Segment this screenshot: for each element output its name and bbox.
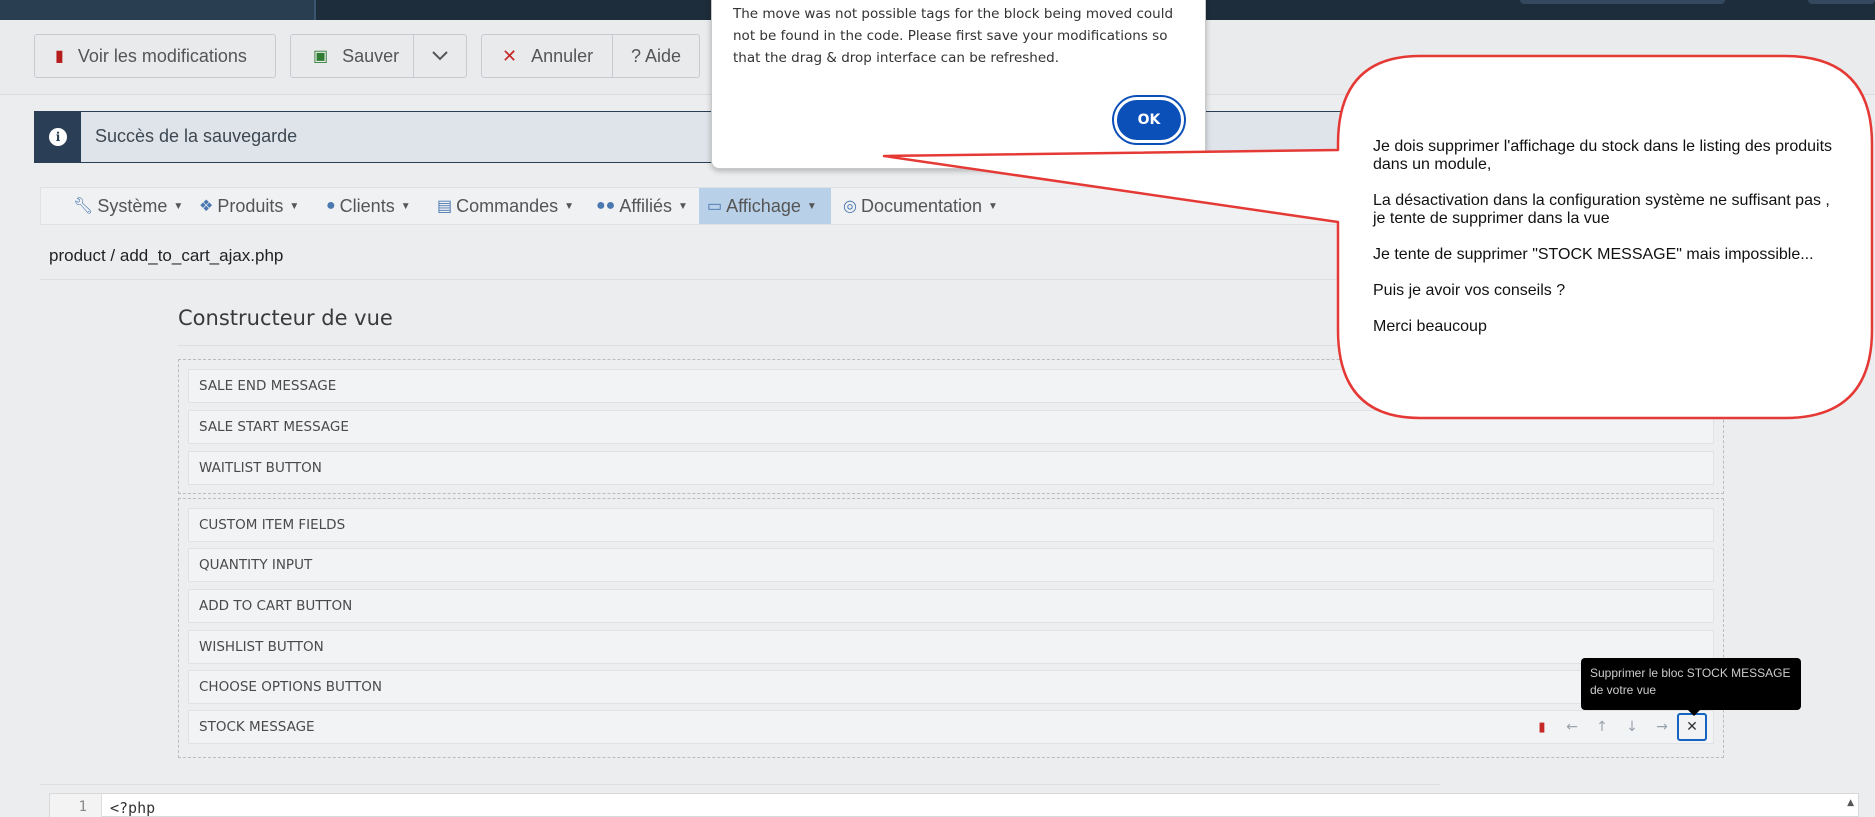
file-path: product / add_to_cart_ajax.php: [49, 246, 284, 265]
block-label: STOCK MESSAGE: [199, 719, 315, 735]
bubble-line: La désactivation dans la configuration s…: [1373, 192, 1830, 227]
top-nav-pill[interactable]: [1808, 0, 1875, 4]
arrow-left-icon[interactable]: ←: [1557, 714, 1587, 740]
arrow-right-icon[interactable]: →: [1647, 714, 1677, 740]
delete-block-button[interactable]: ✕: [1677, 713, 1707, 741]
save-options-dropdown[interactable]: [413, 34, 467, 78]
user-icon: ●: [326, 197, 336, 214]
block-row[interactable]: QUANTITY INPUT: [188, 548, 1714, 582]
arrow-up-icon[interactable]: ↑: [1587, 714, 1617, 740]
block-label: CUSTOM ITEM FIELDS: [199, 517, 346, 533]
block-row[interactable]: SALE END MESSAGE: [188, 369, 1714, 403]
block-label: WAITLIST BUTTON: [199, 460, 322, 476]
file-pdf-icon: ▮: [55, 48, 64, 65]
block-group: CUSTOM ITEM FIELDS QUANTITY INPUT ADD TO…: [178, 498, 1724, 758]
block-row-stock-message[interactable]: STOCK MESSAGE ▮ ← ↑ ↓ → ✕: [188, 710, 1714, 744]
alert-dialog: The move was not possible tags for the b…: [711, 0, 1206, 169]
menu-item-label: Documentation: [860, 195, 983, 216]
view-builder-title: Constructeur de vue: [178, 306, 393, 330]
view-changes-label: Voir les modifications: [77, 45, 247, 66]
bubble-line: Je dois supprimer l'affichage du stock d…: [1373, 138, 1833, 173]
block-label: CHOOSE OPTIONS BUTTON: [199, 679, 382, 695]
menu-item-label: Clients: [339, 195, 395, 216]
alert-message: The move was not possible tags for the b…: [733, 6, 1174, 66]
wrench-icon: 🔧︎: [73, 198, 94, 215]
menu-item-label: Produits: [217, 195, 284, 216]
info-icon-box: i: [35, 112, 81, 162]
bubble-line: Je tente de supprimer "STOCK MESSAGE" ma…: [1373, 246, 1814, 263]
main-menu: 🔧︎ Système ▼ ❖ Produits ▼ ● Clients ▼ ▤ Com…: [40, 187, 1440, 225]
block-label: QUANTITY INPUT: [199, 557, 313, 573]
menu-item-produits[interactable]: ❖ Produits ▼: [191, 188, 307, 224]
block-label: ADD TO CART BUTTON: [199, 598, 353, 614]
block-actions: ▮ ← ↑ ↓ → ✕: [1527, 713, 1707, 741]
chevron-down-icon: [432, 51, 448, 61]
bubble-line: Merci beaucoup: [1373, 318, 1487, 335]
info-icon: i: [49, 128, 67, 146]
menu-item-documentation[interactable]: ◎ Documentation ▼: [835, 188, 1006, 224]
block-label: SALE END MESSAGE: [199, 378, 337, 394]
view-changes-button[interactable]: ▮ Voir les modifications: [34, 34, 276, 78]
block-row[interactable]: WAITLIST BUTTON: [188, 451, 1714, 485]
menu-item-affilies[interactable]: ●● Affiliés ▼: [588, 188, 696, 224]
cancel-button[interactable]: ✕ Annuler: [481, 34, 613, 78]
ok-button[interactable]: OK: [1114, 97, 1184, 143]
floppy-disk-icon: ▣: [313, 48, 329, 65]
close-icon: ✕: [502, 45, 518, 66]
top-nav-pill[interactable]: [1520, 0, 1725, 4]
speech-bubble-text: Je dois supprimer l'affichage du stock d…: [1373, 138, 1843, 354]
block-row[interactable]: CHOOSE OPTIONS BUTTON: [188, 670, 1714, 704]
file-pdf-icon[interactable]: ▮: [1527, 714, 1557, 740]
block-label: SALE START MESSAGE: [199, 419, 349, 435]
cancel-label: Annuler: [531, 45, 594, 66]
desktop-icon: ▭: [707, 198, 723, 215]
banner-text: Succès de la sauvegarde: [95, 126, 298, 146]
menu-item-label: Système: [97, 195, 168, 216]
bubble-line: Puis je avoir vos conseils ?: [1373, 282, 1566, 299]
top-nav-segment[interactable]: [0, 0, 316, 20]
users-icon: ●●: [596, 197, 616, 214]
block-row[interactable]: CUSTOM ITEM FIELDS: [188, 508, 1714, 542]
menu-item-label: Commandes: [456, 195, 559, 216]
divider: [40, 279, 1440, 280]
menu-item-label: Affichage: [726, 195, 801, 216]
block-row[interactable]: WISHLIST BUTTON: [188, 630, 1714, 664]
block-row[interactable]: ADD TO CART BUTTON: [188, 589, 1714, 623]
help-button[interactable]: ? Aide: [612, 34, 700, 78]
menu-item-systeme[interactable]: 🔧︎ Système ▼: [65, 188, 191, 224]
block-group: SALE END MESSAGE SALE START MESSAGE WAIT…: [178, 359, 1724, 494]
save-label: Sauver: [342, 45, 400, 66]
code-line: <?php: [110, 799, 156, 817]
menu-item-clients[interactable]: ● Clients ▼: [318, 188, 419, 224]
code-editor[interactable]: 1 <?php ▲: [49, 793, 1859, 817]
block-label: WISHLIST BUTTON: [199, 639, 324, 655]
delete-tooltip: Supprimer le bloc STOCK MESSAGE de votre…: [1581, 658, 1801, 716]
menu-item-label: Affiliés: [619, 195, 673, 216]
arrow-down-icon[interactable]: ↓: [1617, 714, 1647, 740]
menu-item-affichage[interactable]: ▭ Affichage ▼: [699, 188, 831, 224]
menu-item-commandes[interactable]: ▤ Commandes ▼: [429, 188, 582, 224]
close-icon: ✕: [1686, 719, 1698, 735]
save-button[interactable]: ▣ Sauver: [290, 34, 414, 78]
block-row[interactable]: SALE START MESSAGE: [188, 410, 1714, 444]
help-label: ? Aide: [631, 45, 682, 66]
life-ring-icon: ◎: [843, 198, 857, 215]
credit-card-icon: ▤: [437, 198, 453, 215]
divider: [178, 345, 1438, 346]
divider: [40, 784, 1440, 785]
cubes-icon: ❖: [199, 198, 214, 215]
scroll-up-arrow-icon[interactable]: ▲: [1847, 798, 1854, 808]
line-number: 1: [50, 794, 102, 817]
